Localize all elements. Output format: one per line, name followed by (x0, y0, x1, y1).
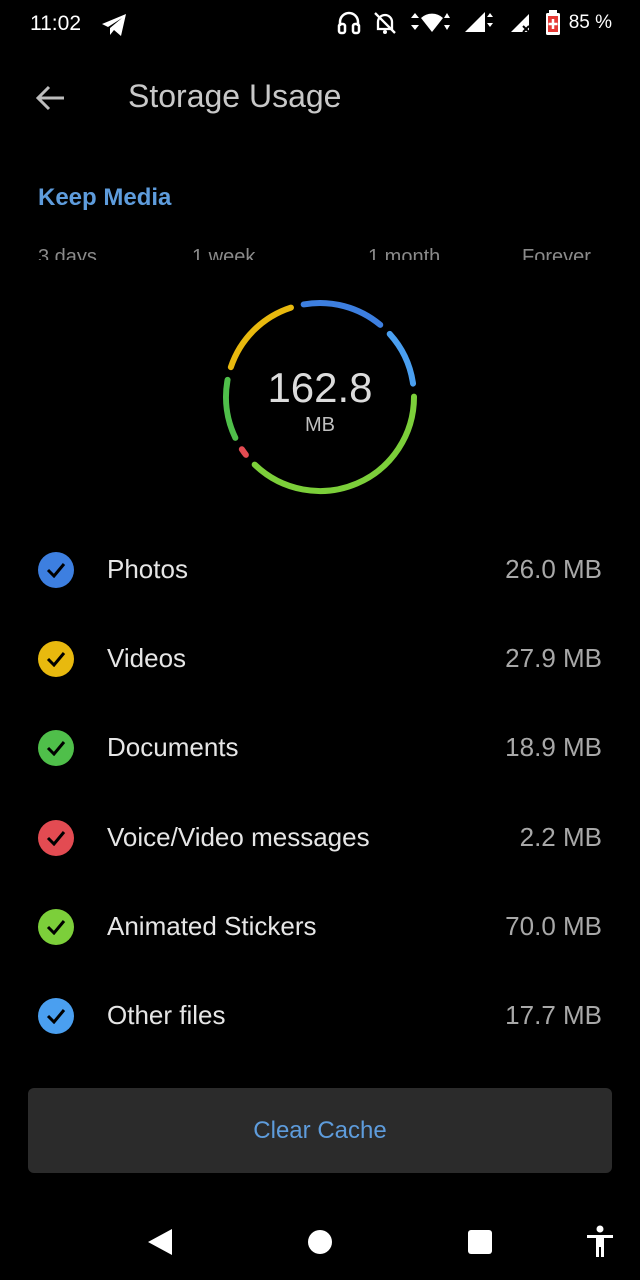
category-row-other[interactable]: Other files 17.7 MB (0, 971, 640, 1061)
clear-cache-button[interactable]: Clear Cache (28, 1088, 612, 1173)
checkbox-voice-video[interactable] (38, 820, 74, 856)
back-triangle-icon (148, 1229, 172, 1255)
telegram-icon (102, 14, 126, 36)
checkbox-photos[interactable] (38, 552, 74, 588)
checkmark-icon (46, 831, 66, 846)
checkmark-icon (46, 563, 66, 578)
category-size: 26.0 MB (505, 554, 602, 584)
battery-icon (545, 10, 560, 35)
ring-segment-photos (300, 300, 384, 328)
recents-square-icon (468, 1230, 492, 1254)
home-circle-icon (308, 1230, 332, 1254)
checkmark-icon (46, 1009, 66, 1024)
nav-back-button[interactable] (140, 1222, 180, 1262)
checkbox-documents[interactable] (38, 730, 74, 766)
status-icons: 85 % (337, 10, 612, 36)
category-size: 2.2 MB (519, 822, 602, 852)
status-time: 11:02 (30, 12, 81, 35)
clear-cache-label: Clear Cache (253, 1116, 387, 1144)
keep-media-label: Keep Media (38, 184, 172, 211)
category-label: Documents (107, 732, 239, 762)
headphones-icon (337, 11, 360, 35)
status-bar: 11:02 85 % (0, 0, 640, 50)
total-size: 162.8 (267, 364, 373, 411)
checkmark-icon (46, 741, 66, 756)
nav-accessibility-button[interactable] (580, 1222, 620, 1262)
checkbox-videos[interactable] (38, 641, 74, 677)
category-row-stickers[interactable]: Animated Stickers 70.0 MB (0, 882, 640, 972)
keep-option-3-days[interactable]: 3 days (38, 246, 97, 260)
notifications-off-icon (373, 12, 396, 34)
keep-option-1-week[interactable]: 1 week (192, 246, 255, 260)
wifi-icon (410, 13, 450, 32)
category-size: 18.9 MB (505, 732, 602, 762)
checkbox-stickers[interactable] (38, 909, 74, 945)
ring-segment-voice-video (238, 446, 249, 458)
category-label: Other files (107, 1000, 226, 1030)
battery-percent: 85 % (568, 12, 612, 33)
accessibility-icon (587, 1225, 613, 1257)
keep-option-forever[interactable]: Forever (522, 246, 591, 260)
category-label: Voice/Video messages (107, 822, 370, 852)
keep-option-1-month[interactable]: 1 month (368, 246, 440, 260)
ring-segment-videos (227, 304, 294, 371)
total-size-unit: MB (305, 414, 335, 436)
nav-recents-button[interactable] (460, 1222, 500, 1262)
page-title: Storage Usage (128, 78, 342, 114)
category-size: 27.9 MB (505, 643, 602, 673)
keep-media-options: 3 days 1 week 1 month Forever (0, 242, 640, 260)
category-row-voice-video[interactable]: Voice/Video messages 2.2 MB (0, 793, 640, 883)
category-label: Animated Stickers (107, 911, 317, 941)
signal-icon-2 (510, 14, 530, 33)
category-size: 70.0 MB (505, 911, 602, 941)
category-row-documents[interactable]: Documents 18.9 MB (0, 703, 640, 793)
checkmark-icon (46, 920, 66, 935)
back-button[interactable] (28, 78, 72, 118)
nav-home-button[interactable] (300, 1222, 340, 1262)
category-label: Videos (107, 643, 187, 673)
category-label: Photos (107, 554, 188, 584)
category-size: 17.7 MB (505, 1000, 602, 1030)
checkbox-other[interactable] (38, 998, 74, 1034)
checkmark-icon (46, 652, 66, 667)
system-nav-bar (0, 1200, 640, 1280)
signal-icon (464, 12, 493, 32)
category-row-photos[interactable]: Photos 26.0 MB (0, 525, 640, 615)
category-row-videos[interactable]: Videos 27.9 MB (0, 614, 640, 704)
arrow-left-icon (35, 85, 64, 111)
